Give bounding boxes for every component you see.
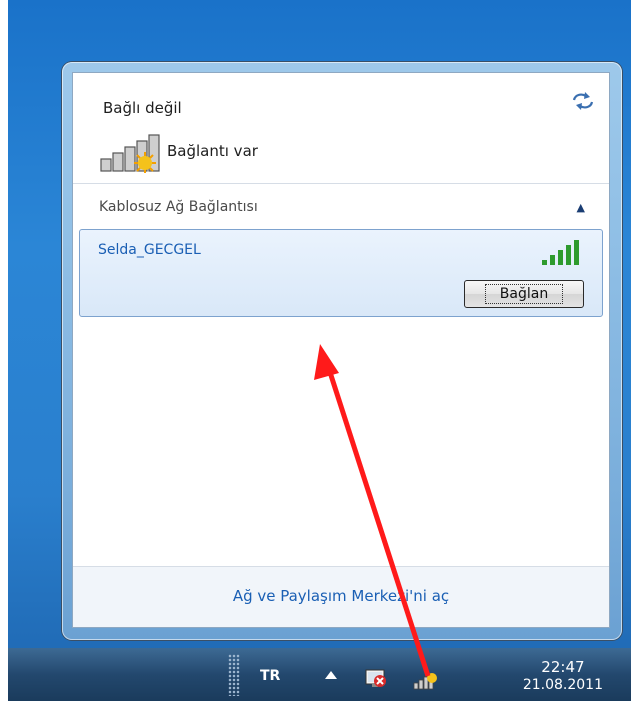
frame-edge-right xyxy=(631,0,635,707)
connection-availability-label: Bağlantı var xyxy=(167,142,258,160)
wireless-network-item[interactable]: Selda_GECGEL Bağlan xyxy=(79,229,603,317)
connect-button[interactable]: Bağlan xyxy=(464,280,584,308)
taskbar-gripper[interactable] xyxy=(228,654,240,696)
wireless-bars-icon xyxy=(100,134,160,173)
clock-date: 21.08.2011 xyxy=(522,677,603,693)
taskbar: TR 22:47 21.08.2011 xyxy=(8,648,631,701)
connection-status-title: Bağlı değil xyxy=(103,99,182,117)
network-sharing-center-link[interactable]: Ağ ve Paylaşım Merkezi'ni aç xyxy=(73,587,609,605)
connect-button-label: Bağlan xyxy=(484,284,564,304)
wireless-section-header[interactable]: Kablosuz Ağ Bağlantısı xyxy=(99,199,258,215)
flyout-footer: Ağ ve Paylaşım Merkezi'ni aç xyxy=(73,566,609,627)
refresh-icon[interactable] xyxy=(571,91,595,111)
network-name: Selda_GECGEL xyxy=(98,242,201,258)
frame-edge-bottom xyxy=(0,701,635,707)
action-center-icon[interactable] xyxy=(364,668,388,690)
show-hidden-icons-icon[interactable] xyxy=(324,670,338,680)
chevron-up-icon[interactable]: ▲ xyxy=(577,201,585,214)
network-flyout-panel: Bağlı değil Bağlantı var Kablosuz Ağ Bağ… xyxy=(72,72,610,628)
network-flyout: Bağlı değil Bağlantı var Kablosuz Ağ Bağ… xyxy=(62,62,622,640)
network-tray-icon[interactable] xyxy=(412,668,442,690)
frame-edge-left xyxy=(0,0,8,707)
language-indicator[interactable]: TR xyxy=(260,668,280,684)
signal-strength-icon xyxy=(542,240,579,265)
connection-availability-row: Bağlantı var xyxy=(99,133,258,173)
clock-time: 22:47 xyxy=(541,658,585,676)
divider xyxy=(73,183,609,184)
system-clock[interactable]: 22:47 21.08.2011 xyxy=(523,658,603,694)
